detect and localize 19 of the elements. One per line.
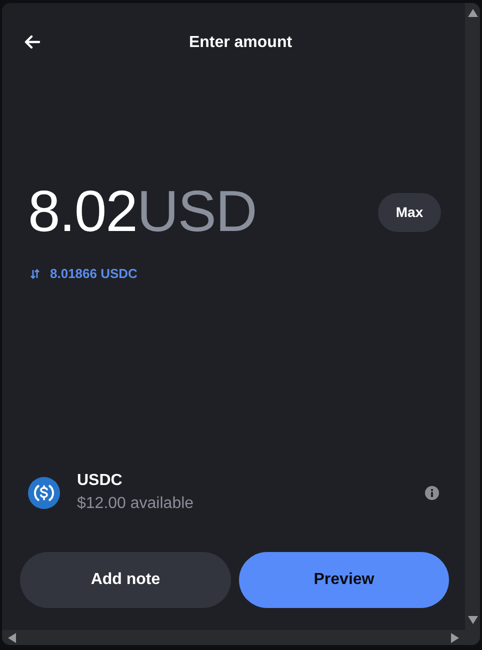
screen-title: Enter amount [188, 34, 292, 52]
back-button[interactable] [22, 33, 42, 51]
scroll-down-icon[interactable] [468, 616, 478, 624]
vertical-scrollbar[interactable] [465, 3, 480, 630]
swap-icon[interactable] [30, 268, 40, 278]
scroll-right-icon[interactable] [451, 632, 459, 642]
info-icon[interactable] [425, 486, 439, 500]
converted-amount: 8.01866 USDC [50, 266, 138, 281]
coin-icon [28, 477, 60, 509]
back-arrow-icon [24, 35, 40, 49]
max-button[interactable]: Max [378, 192, 441, 232]
scroll-left-icon[interactable] [8, 632, 16, 642]
asset-balance: $12.00 available [77, 494, 195, 514]
amount-value: 8.02USD [28, 180, 256, 244]
scroll-up-icon[interactable] [468, 9, 478, 17]
preview-button[interactable]: Preview [239, 552, 449, 608]
horizontal-scrollbar[interactable] [2, 630, 465, 645]
add-note-button[interactable]: Add note [20, 552, 231, 608]
asset-name: USDC [77, 471, 124, 491]
